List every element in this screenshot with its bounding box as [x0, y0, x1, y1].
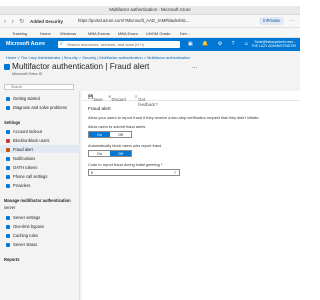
alert-icon: [6, 147, 10, 152]
sidebar-item-diagnose[interactable]: Diagnose and solve problems: [6, 105, 67, 110]
sidebar-item-phone-settings[interactable]: Phone call settings: [6, 174, 47, 179]
sidebar-item-getting-started[interactable]: Getting started: [6, 96, 40, 101]
breadcrumb[interactable]: Home > The Lazy Administrator | Security…: [6, 55, 190, 60]
allow-fraud-toggle[interactable]: On Off: [88, 131, 132, 138]
address-bar: ‹ › ↻ Added Security https://portal.azur…: [0, 15, 300, 28]
description-text: Allow your users to report fraud if they…: [88, 115, 260, 120]
bookmark[interactable]: Tracking: [12, 31, 27, 36]
search-icon: ⌕: [60, 41, 63, 47]
sidebar-search-input[interactable]: Search: [4, 84, 74, 90]
page-subtitle: Microsoft Entra ID: [12, 72, 43, 76]
azure-brand[interactable]: Microsoft Azure: [6, 41, 45, 47]
sidebar-section-settings: Settings: [4, 120, 21, 125]
user-org: THE LAZY ADMINISTRATOR: [251, 44, 296, 48]
bookmark[interactable]: UNOM Grade: [146, 31, 170, 36]
bookmark[interactable]: MBA Exams: [88, 31, 110, 36]
main-panel: 💾 Save ✕ Discard ☺ Got feedback? Fraud a…: [82, 91, 300, 300]
sidebar-item-block-users[interactable]: Block/unblock users: [6, 138, 49, 143]
bypass-icon: [6, 224, 10, 229]
toggle-on[interactable]: On: [89, 132, 110, 137]
nav-icons[interactable]: ‹ › ↻: [4, 18, 26, 25]
sidebar: Search Getting started Diagnose and solv…: [0, 84, 80, 300]
token-icon: [6, 165, 10, 170]
security-label[interactable]: Added Security: [30, 19, 63, 24]
provider-icon: [6, 183, 10, 188]
section-heading: Fraud alert: [88, 106, 111, 111]
save-button[interactable]: 💾 Save: [88, 94, 103, 102]
lock-icon: [6, 129, 10, 134]
inprivate-badge[interactable]: InPrivate: [259, 17, 284, 25]
header-icons[interactable]: ▣ 🔔 ⚙ ? ☺: [188, 41, 253, 47]
bookmark[interactable]: Home: [40, 31, 51, 36]
search-placeholder: Search resources, services, and docs (G+…: [67, 42, 145, 47]
code-label: Code to report fraud during initial gree…: [88, 162, 163, 167]
block-icon: [6, 138, 10, 143]
bookmarks-bar: Tracking Home Windows MBA Exams MBA Exam…: [0, 28, 300, 38]
toggle-off[interactable]: Off: [110, 132, 131, 137]
sidebar-section-reports: Reports: [4, 257, 20, 262]
server-icon: [6, 215, 10, 220]
sidebar-item-caching-rules[interactable]: Caching rules: [6, 233, 38, 238]
phone-icon: [6, 174, 10, 179]
bookmark[interactable]: Dev...: [180, 31, 190, 36]
diagnose-icon: [6, 105, 10, 110]
auto-block-label: Automatically block users who report fra…: [88, 143, 162, 148]
status-icon: [6, 242, 10, 247]
checkmark-icon: ✓: [173, 170, 177, 175]
sidebar-section-server: server: [4, 205, 16, 210]
sidebar-item-oath-tokens[interactable]: OATH tokens: [6, 165, 37, 170]
account-menu[interactable]: Scott@thelazyadmin.onm... THE LAZY ADMIN…: [251, 40, 296, 48]
bookmark[interactable]: MBA Exam: [118, 31, 138, 36]
sidebar-item-server-status[interactable]: Server status: [6, 242, 37, 247]
notification-icon: [6, 156, 10, 161]
getting-started-icon: [6, 96, 10, 101]
sidebar-section-manage-mfa: Manage multifactor authentication: [4, 198, 71, 203]
code-input[interactable]: 0 ✓: [88, 169, 180, 176]
sidebar-item-notifications[interactable]: Notifications: [6, 156, 35, 161]
sidebar-item-providers[interactable]: Providers: [6, 183, 30, 188]
global-search-input[interactable]: ⌕ Search resources, services, and docs (…: [58, 41, 180, 48]
toggle-on[interactable]: On: [89, 151, 110, 156]
azure-header: Microsoft Azure ⌕ Search resources, serv…: [0, 38, 300, 51]
bookmark[interactable]: Windows: [60, 31, 76, 36]
browser-window: Multifactor authentication - Microsoft A…: [0, 6, 300, 300]
feedback-button[interactable]: ☺ Got feedback?: [134, 94, 158, 107]
window-title: Multifactor authentication - Microsoft A…: [109, 7, 191, 12]
sidebar-item-one-time-bypass[interactable]: One-time bypass: [6, 224, 44, 229]
discard-button[interactable]: ✕ Discard: [108, 94, 126, 102]
toolbar: 💾 Save ✕ Discard ☺ Got feedback?: [82, 91, 300, 107]
allow-fraud-label: Allow users to submit fraud alerts: [88, 124, 146, 129]
toggle-off[interactable]: Off: [110, 151, 131, 156]
page-title: Multifactor authentication | Fraud alert: [12, 62, 150, 71]
more-icon[interactable]: ⋯: [289, 18, 294, 24]
sidebar-item-fraud-alert[interactable]: Fraud alert: [6, 147, 33, 152]
cache-icon: [6, 233, 10, 238]
fraud-alert-settings: Fraud alert Allow your users to report f…: [88, 106, 298, 176]
title-bar: Multifactor authentication - Microsoft A…: [0, 6, 300, 21]
sidebar-item-server-settings[interactable]: Server settings: [6, 215, 40, 220]
mfa-icon: [4, 64, 10, 70]
url-field[interactable]: https://portal.azure.com/?Microsoft_AAD_…: [78, 18, 228, 25]
more-options-icon[interactable]: ...: [192, 64, 197, 70]
auto-block-toggle[interactable]: On Off: [88, 150, 132, 157]
sidebar-item-account-lockout[interactable]: Account lockout: [6, 129, 42, 134]
